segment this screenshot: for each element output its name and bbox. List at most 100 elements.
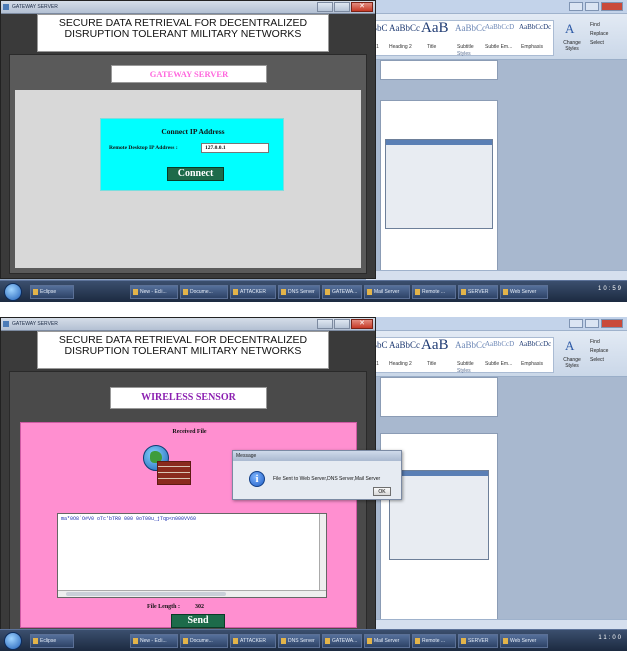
style-name: Title <box>427 361 437 367</box>
select-button[interactable]: Select <box>590 40 604 46</box>
connect-button[interactable]: Connect <box>167 167 224 181</box>
change-styles-button[interactable]: A Change Styles <box>558 20 584 56</box>
minimize-button[interactable] <box>317 2 333 12</box>
taskbar-item[interactable]: Docume... <box>180 634 228 648</box>
document-page[interactable] <box>380 60 498 80</box>
minimize-button[interactable] <box>569 2 583 11</box>
document-page[interactable] <box>380 377 498 417</box>
taskbar-item[interactable]: SERVER <box>458 634 498 648</box>
ok-button[interactable]: OK <box>373 487 391 496</box>
dialog-message: File Sent to Web Server,DNS Server,Mail … <box>273 476 381 482</box>
title-bar: GATEWAY SERVER ✕ <box>1 1 375 14</box>
style-name: Subtitle <box>457 361 474 367</box>
taskbar-item[interactable]: Mail Server <box>364 285 410 299</box>
style-sample: AaBbCcDc <box>519 23 552 31</box>
style-name: Heading 2 <box>389 361 412 367</box>
clock[interactable]: 11:00 <box>598 635 623 641</box>
taskbar-item[interactable]: Eclipse <box>30 285 74 299</box>
wireless-sensor-banner: WIRELESS SENSOR <box>110 387 267 409</box>
styles-gallery: BbCg 1 AaBbCcHeading 2 AaBTitle AaBbCcSu… <box>368 337 554 374</box>
horizontal-scrollbar[interactable] <box>58 590 326 597</box>
received-file-label: Received File <box>172 429 207 435</box>
style-name: Emphasis <box>521 361 543 367</box>
find-button[interactable]: Find <box>590 22 600 28</box>
received-file-text: ma*0O8`O#V0 oTc'bTR0 000 0oT00u_jTqp<n00… <box>61 516 197 522</box>
vertical-scrollbar[interactable] <box>319 514 326 590</box>
taskbar-item[interactable]: Eclipse <box>30 634 74 648</box>
taskbar-item[interactable]: Docume... <box>180 285 228 299</box>
styles-gallery: BbCg 1 AaBbCcHeading 2 AaBTitle AaBbCcSu… <box>368 20 554 57</box>
word-window: BbCg 1 AaBbCcHeading 2 AaBTitle AaBbCcSu… <box>366 0 627 302</box>
style-sample: AaB <box>421 337 449 353</box>
find-button[interactable]: Find <box>590 339 600 345</box>
minimize-button[interactable] <box>317 319 333 329</box>
select-button[interactable]: Select <box>590 357 604 363</box>
clock[interactable]: 10:59 <box>598 286 623 292</box>
close-button[interactable]: ✕ <box>351 319 373 329</box>
minimize-button[interactable] <box>569 319 583 328</box>
taskbar-item[interactable]: ATTACKER <box>230 285 276 299</box>
maximize-button[interactable] <box>585 319 599 328</box>
received-file-textarea[interactable]: ma*0O8`O#V0 oTc'bTR0 000 0oT00u_jTqp<n00… <box>57 513 327 598</box>
style-name: Subtle Em... <box>485 361 513 367</box>
maximize-button[interactable] <box>334 319 350 329</box>
taskbar-item[interactable]: New - Ecli... <box>130 634 178 648</box>
style-sample: AaBbCcD <box>485 340 515 348</box>
change-styles-button[interactable]: A Change Styles <box>558 337 584 373</box>
scroll-thumb[interactable] <box>66 592 226 596</box>
start-button[interactable] <box>4 632 22 650</box>
maximize-button[interactable] <box>334 2 350 12</box>
window-title: GATEWAY SERVER <box>12 4 58 10</box>
connect-title: Connect IP Address <box>161 127 225 136</box>
style-sample: AaBbCcDc <box>519 340 552 348</box>
taskbar-item[interactable]: New - Ecli... <box>130 285 178 299</box>
taskbar: Eclipse New - Ecli... Docume... ATTACKER… <box>0 629 627 651</box>
embedded-screenshot <box>389 470 489 560</box>
taskbar-item[interactable]: Web Server <box>500 285 548 299</box>
replace-button[interactable]: Replace <box>590 31 608 37</box>
message-dialog: Message i File Sent to Web Server,DNS Se… <box>232 450 402 500</box>
style-name: Emphasis <box>521 44 543 50</box>
connect-panel: Connect IP Address Remote Desktop IP Add… <box>100 118 284 191</box>
gateway-window: GATEWAY SERVER ✕ SECURE DATA RETRIEVAL F… <box>0 0 376 279</box>
maximize-button[interactable] <box>585 2 599 11</box>
replace-button[interactable]: Replace <box>590 348 608 354</box>
word-ribbon: BbCg 1 AaBbCcHeading 2 AaBTitle AaBbCcSu… <box>366 0 627 60</box>
taskbar-item[interactable]: Remote ... <box>412 634 456 648</box>
document-area <box>366 377 627 631</box>
style-sample: AaBbCcD <box>485 23 515 31</box>
close-button[interactable]: ✕ <box>351 2 373 12</box>
taskbar-item[interactable]: DNS Server <box>278 634 320 648</box>
style-name: Heading 2 <box>389 44 412 50</box>
styles-group-label: Styles <box>457 368 471 374</box>
java-icon <box>3 321 9 327</box>
word-title-bar <box>366 317 627 331</box>
embedded-screenshot <box>385 139 493 229</box>
close-button[interactable] <box>601 319 623 328</box>
word-ribbon: BbCg 1 AaBbCcHeading 2 AaBTitle AaBbCcSu… <box>366 317 627 377</box>
document-page[interactable] <box>380 100 498 282</box>
file-length-label: File Length : <box>147 604 180 610</box>
title-bar: GATEWAY SERVER ✕ <box>1 318 375 331</box>
dialog-title: Message <box>233 451 401 461</box>
word-title-bar <box>366 0 627 14</box>
taskbar-item[interactable]: Mail Server <box>364 634 410 648</box>
taskbar-item[interactable]: Web Server <box>500 634 548 648</box>
taskbar-item[interactable]: SERVER <box>458 285 498 299</box>
taskbar-item[interactable]: ATTACKER <box>230 634 276 648</box>
taskbar-item[interactable]: GATEWA... <box>322 634 362 648</box>
close-button[interactable] <box>601 2 623 11</box>
taskbar-item[interactable]: GATEWA... <box>322 285 362 299</box>
taskbar: Eclipse New - Ecli... Docume... ATTACKER… <box>0 280 627 302</box>
main-frame: Received File ma*0O8`O#V0 oTc'bTR0 000 0… <box>9 371 367 631</box>
ip-address-input[interactable]: 127.0.0.1 <box>201 143 269 153</box>
style-sample: AaBbCc <box>455 23 486 33</box>
file-length-value: 302 <box>195 604 204 610</box>
taskbar-item[interactable]: Remote ... <box>412 285 456 299</box>
style-sample: AaBbCc <box>389 340 420 350</box>
send-button[interactable]: Send <box>171 614 225 628</box>
change-styles-label: Change Styles <box>563 357 581 369</box>
taskbar-item[interactable]: DNS Server <box>278 285 320 299</box>
app-heading: SECURE DATA RETRIEVAL FOR DECENTRALIZED … <box>37 14 329 52</box>
start-button[interactable] <box>4 283 22 301</box>
